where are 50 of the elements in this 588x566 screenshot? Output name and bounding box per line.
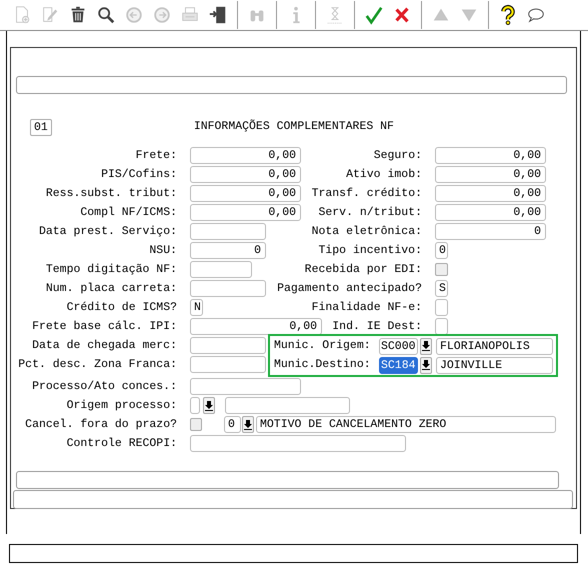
form-title: INFORMAÇÕES COMPLEMENTARES NF <box>194 118 394 136</box>
input-field[interactable]: SC184 <box>379 356 418 374</box>
field-label: Pct. desc. Zona Franca: <box>18 356 177 373</box>
field-label: Data prest. Serviço: <box>38 224 177 240</box>
input-field[interactable]: S <box>435 280 448 297</box>
field-label: Seguro: <box>374 148 422 164</box>
input-field[interactable]: N <box>190 299 203 316</box>
input-field[interactable]: 0,00 <box>190 147 301 164</box>
input-field[interactable]: 0,00 <box>435 147 546 164</box>
field-label: Num. placa carreta: <box>46 280 177 297</box>
input-field[interactable]: SC000 <box>379 338 418 354</box>
field-label: Nota eletrônica: <box>312 224 422 240</box>
input-field[interactable]: 0 <box>224 416 241 433</box>
field-label: Recebida por EDI: <box>304 262 422 278</box>
input-field[interactable]: FLORIANOPOLIS <box>436 338 553 354</box>
field-label: NSU: <box>149 242 177 259</box>
input-field[interactable]: 0,00 <box>190 204 301 221</box>
field-label: Finalidade NF-e: <box>312 300 422 316</box>
input-field[interactable]: 0 <box>435 223 546 240</box>
field-label: Frete base cálc. IPI: <box>32 318 177 335</box>
input-field[interactable]: 0,00 <box>435 204 546 221</box>
field-label: Data de chegada merc: <box>32 338 177 354</box>
input-field[interactable]: 0 <box>190 242 266 259</box>
field-label: Crédito de ICMS? <box>66 300 177 316</box>
field-label: Ativo imob: <box>346 166 422 183</box>
field-label: Tempo digitação NF: <box>46 262 177 278</box>
field-label: Transf. crédito: <box>312 186 422 202</box>
input-field[interactable]: 0 <box>435 242 448 259</box>
field-label: Origem processo: <box>66 398 177 414</box>
field-label: Munic.Destino: <box>274 357 372 374</box>
field-label: Frete: <box>136 148 177 164</box>
field-label: Ind. IE Dest: <box>332 318 422 335</box>
input-field[interactable]: JOINVILLE <box>436 356 553 374</box>
input-field[interactable]: 0,00 <box>435 166 546 183</box>
field-label: Compl NF/ICMS: <box>80 204 177 221</box>
input-field[interactable]: MOTIVO DE CANCELAMENTO ZERO <box>256 416 556 433</box>
field-label: Tipo incentivo: <box>318 242 422 259</box>
input-field[interactable]: 0,00 <box>190 185 301 202</box>
input-field[interactable]: 0,00 <box>190 318 322 335</box>
input-field[interactable]: 0,00 <box>190 166 301 183</box>
page-number: 01 <box>30 118 52 136</box>
field-label: Controle RECOPI: <box>66 436 177 452</box>
field-label: Pagamento antecipado? <box>277 280 422 297</box>
input-field[interactable]: 0,00 <box>435 185 546 202</box>
field-label: Serv. n/tribut: <box>318 204 422 221</box>
field-label: Cancel. fora do prazo? <box>25 416 177 433</box>
field-label: Ress.subst. tribut: <box>46 186 177 202</box>
field-label: Processo/Ato conces.: <box>32 378 177 395</box>
field-label: PIS/Cofins: <box>101 166 177 183</box>
field-label: Munic. Origem: <box>274 338 372 354</box>
